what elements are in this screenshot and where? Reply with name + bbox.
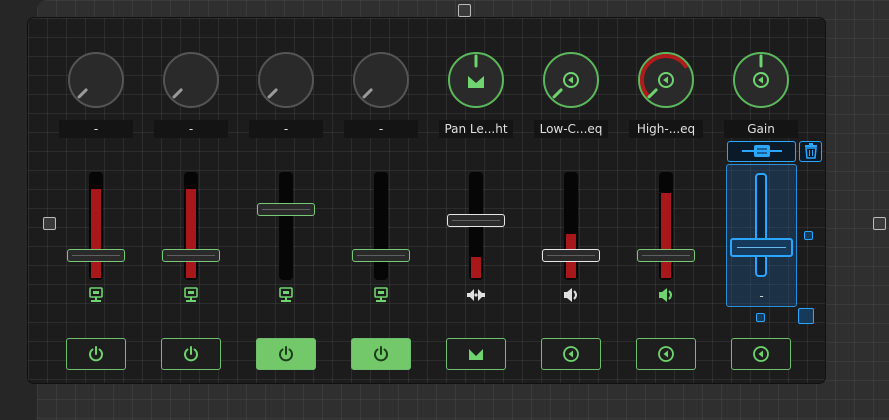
knob[interactable] <box>163 52 219 108</box>
knob[interactable] <box>353 52 409 108</box>
channel-button[interactable] <box>446 338 506 370</box>
selected-fader-track[interactable] <box>755 173 767 277</box>
selection-handle-corner[interactable] <box>798 308 814 324</box>
fader-track[interactable] <box>374 172 388 280</box>
filter-icon <box>563 346 579 362</box>
channel-label: - <box>249 120 323 138</box>
channel-label: High-...eq <box>629 120 703 138</box>
channel-button[interactable] <box>66 338 126 370</box>
knob[interactable] <box>543 52 599 108</box>
delete-button[interactable] <box>799 141 822 162</box>
knob[interactable] <box>733 52 789 108</box>
channel-button[interactable] <box>541 338 601 370</box>
fader-cap[interactable] <box>447 214 505 227</box>
filter-icon <box>753 346 769 362</box>
channel-button[interactable] <box>256 338 316 370</box>
channel-label: - <box>344 120 418 138</box>
monitor-icon[interactable] <box>276 286 296 302</box>
filter-icon <box>658 346 674 362</box>
knob[interactable] <box>448 52 504 108</box>
level-meter <box>471 257 481 278</box>
knob[interactable] <box>258 52 314 108</box>
channel-button[interactable] <box>731 338 791 370</box>
channel-button[interactable] <box>351 338 411 370</box>
selected-fader-label: - <box>759 289 764 303</box>
fader-track[interactable] <box>659 172 673 280</box>
link-icon <box>742 145 782 157</box>
pan-icon <box>469 349 483 360</box>
level-meter <box>186 188 196 278</box>
fader-track[interactable] <box>279 172 293 280</box>
link-button[interactable] <box>727 141 796 162</box>
power-icon <box>89 346 103 362</box>
fader-track[interactable] <box>89 172 103 280</box>
power-icon <box>374 346 388 362</box>
power-icon <box>184 346 198 362</box>
channel-label: - <box>154 120 228 138</box>
pan-speaker-icon[interactable] <box>466 286 486 302</box>
selection-handle-right[interactable] <box>804 231 813 240</box>
monitor-icon[interactable] <box>86 286 106 302</box>
selection-handle-bottom[interactable] <box>756 313 765 322</box>
fader-cap[interactable] <box>352 248 410 262</box>
fader-cap[interactable] <box>67 248 125 262</box>
monitor-icon[interactable] <box>181 286 201 302</box>
fader-track[interactable] <box>184 172 198 280</box>
resize-handle-top[interactable] <box>458 4 471 17</box>
monitor-icon[interactable] <box>371 286 391 302</box>
fader-cap[interactable] <box>257 203 315 217</box>
mixer-panel <box>28 18 825 383</box>
resize-handle-right[interactable] <box>873 217 886 230</box>
power-icon <box>279 346 293 362</box>
knob[interactable] <box>638 52 694 108</box>
selected-fader-cap[interactable] <box>730 238 793 257</box>
channel-label: Pan Le...ht <box>439 120 513 138</box>
fader-cap[interactable] <box>542 248 600 262</box>
resize-handle-left[interactable] <box>43 217 56 230</box>
channel-label: - <box>59 120 133 138</box>
channel-button[interactable] <box>636 338 696 370</box>
channel-label: Low-C...eq <box>534 120 608 138</box>
level-meter <box>91 188 101 278</box>
trash-icon <box>805 143 817 159</box>
knob[interactable] <box>68 52 124 108</box>
fader-track[interactable] <box>564 172 578 280</box>
fader-cap[interactable] <box>637 248 695 262</box>
channel-button[interactable] <box>161 338 221 370</box>
fader-cap[interactable] <box>162 248 220 262</box>
channel-label: Gain <box>724 120 798 138</box>
speaker-icon[interactable] <box>561 286 581 302</box>
speaker-green-icon[interactable] <box>656 286 676 302</box>
level-meter <box>661 192 671 278</box>
